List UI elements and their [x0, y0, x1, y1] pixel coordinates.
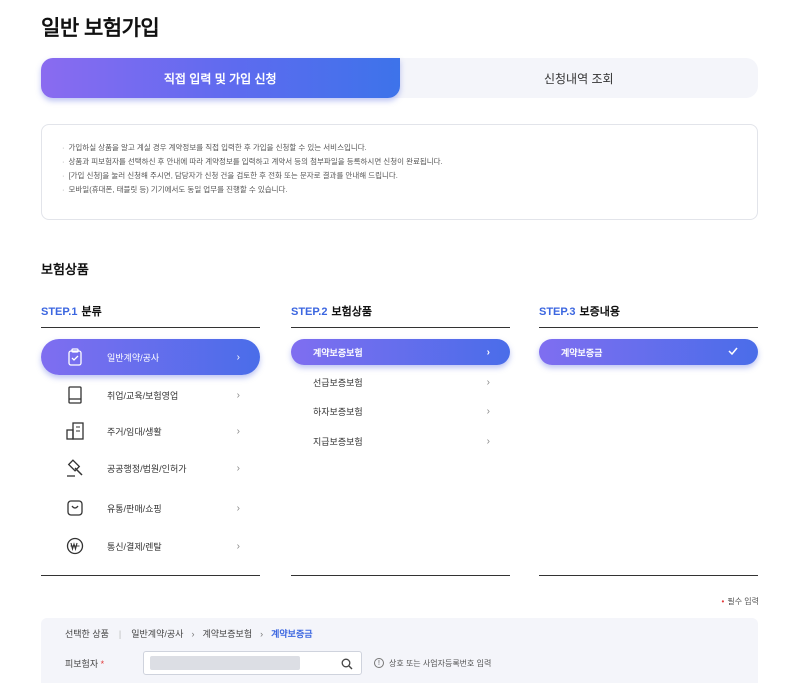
category-employment-education[interactable]: 취업/교육/보험영업 › — [41, 377, 260, 413]
chevron-right-icon: › — [260, 628, 264, 639]
tab-direct-input[interactable]: 직접 입력 및 가입 신청 — [41, 58, 400, 98]
product-contract-bond[interactable]: 계약보증보험 › — [291, 339, 510, 365]
selection-summary: 선택한 상품 | 일반계약/공사 › 계약보증보험 › 계약보증금 피보험자 *… — [41, 618, 758, 683]
notice-line: · [가입 신청]을 눌러 신청해 주시면, 담당자가 신청 건을 검토한 후 전… — [62, 171, 398, 180]
chevron-right-icon: › — [486, 376, 490, 388]
category-housing-rental[interactable]: 주거/임대/생활 › — [41, 413, 260, 449]
chevron-right-icon: › — [191, 628, 195, 639]
category-general-contract[interactable]: 일반계약/공사 › — [41, 339, 260, 375]
chevron-right-icon: › — [486, 346, 490, 358]
product-defect-bond[interactable]: 하자보증보험 › — [291, 398, 510, 424]
won-coin-icon — [65, 536, 85, 556]
shopping-bag-icon — [65, 498, 85, 518]
page-title: 일반 보험가입 — [41, 17, 160, 40]
redacted-value — [150, 656, 300, 670]
step1-column: STEP.1 분류 일반계약/공사 › 취업/교육/보험영업 › 주거/임대/생활… — [41, 300, 260, 576]
chevron-right-icon: › — [236, 462, 240, 474]
clipboard-icon — [65, 347, 85, 367]
step1-header: STEP.1 분류 — [41, 300, 260, 328]
step1-divider — [41, 575, 260, 576]
gavel-icon — [65, 458, 85, 478]
chevron-right-icon: › — [236, 502, 240, 514]
chevron-right-icon: › — [236, 389, 240, 401]
chevron-right-icon: › — [236, 351, 240, 363]
insured-label: 피보험자 * — [65, 658, 105, 669]
step2-header: STEP.2 보험상품 — [291, 300, 510, 328]
check-icon — [728, 347, 738, 358]
chevron-right-icon: › — [486, 405, 490, 417]
step2-divider — [291, 575, 510, 576]
chevron-right-icon: › — [236, 425, 240, 437]
product-payment-guarantee-bond[interactable]: 지급보증보험 › — [291, 428, 510, 454]
info-icon: ! — [374, 658, 384, 668]
tab-bar: 직접 입력 및 가입 신청 신청내역 조회 — [41, 58, 758, 98]
selected-product-path: 선택한 상품 | 일반계약/공사 › 계약보증보험 › 계약보증금 — [65, 628, 313, 640]
coverage-contract-deposit[interactable]: 계약보증금 — [539, 339, 758, 365]
insured-row: 피보험자 * ! 상호 또는 사업자등록번호 입력 — [65, 651, 491, 675]
building-icon — [65, 421, 85, 441]
notice-line: · 모바일(휴대폰, 태블릿 등) 기기에서도 동일 업무를 진행할 수 있습니다… — [62, 185, 288, 194]
insured-hint: ! 상호 또는 사업자등록번호 입력 — [374, 658, 491, 669]
insured-search-input[interactable] — [143, 651, 362, 675]
category-telecom-payment[interactable]: 통신/결제/렌탈 › — [41, 528, 260, 564]
search-icon[interactable] — [341, 657, 353, 675]
step2-column: STEP.2 보험상품 계약보증보험 › 선급보증보험 › 하자보증보험 › 지급… — [291, 300, 510, 576]
notice-line: · 가입하실 상품을 알고 계실 경우 계약정보를 직접 입력한 후 가입을 신청… — [62, 143, 367, 152]
tab-application-history[interactable]: 신청내역 조회 — [400, 58, 759, 98]
category-retail-shopping[interactable]: 유통/판매/쇼핑 › — [41, 490, 260, 526]
step3-column: STEP.3 보증내용 계약보증금 — [539, 300, 758, 576]
chevron-right-icon: › — [236, 540, 240, 552]
book-icon — [65, 385, 85, 405]
step3-header: STEP.3 보증내용 — [539, 300, 758, 328]
section-title-products: 보험상품 — [41, 262, 89, 277]
product-advance-payment-bond[interactable]: 선급보증보험 › — [291, 369, 510, 395]
step3-divider — [539, 575, 758, 576]
category-public-admin[interactable]: 공공행정/법원/인허가 › — [41, 450, 260, 486]
notice-line: · 상품과 피보험자를 선택하신 후 안내에 따라 계약정보를 입력하고 계약서 … — [62, 157, 443, 166]
chevron-right-icon: › — [486, 435, 490, 447]
notice-box: · 가입하실 상품을 알고 계실 경우 계약정보를 직접 입력한 후 가입을 신청… — [41, 124, 758, 220]
required-note: • 필수 입력 — [721, 597, 759, 606]
separator: | — [118, 628, 122, 639]
